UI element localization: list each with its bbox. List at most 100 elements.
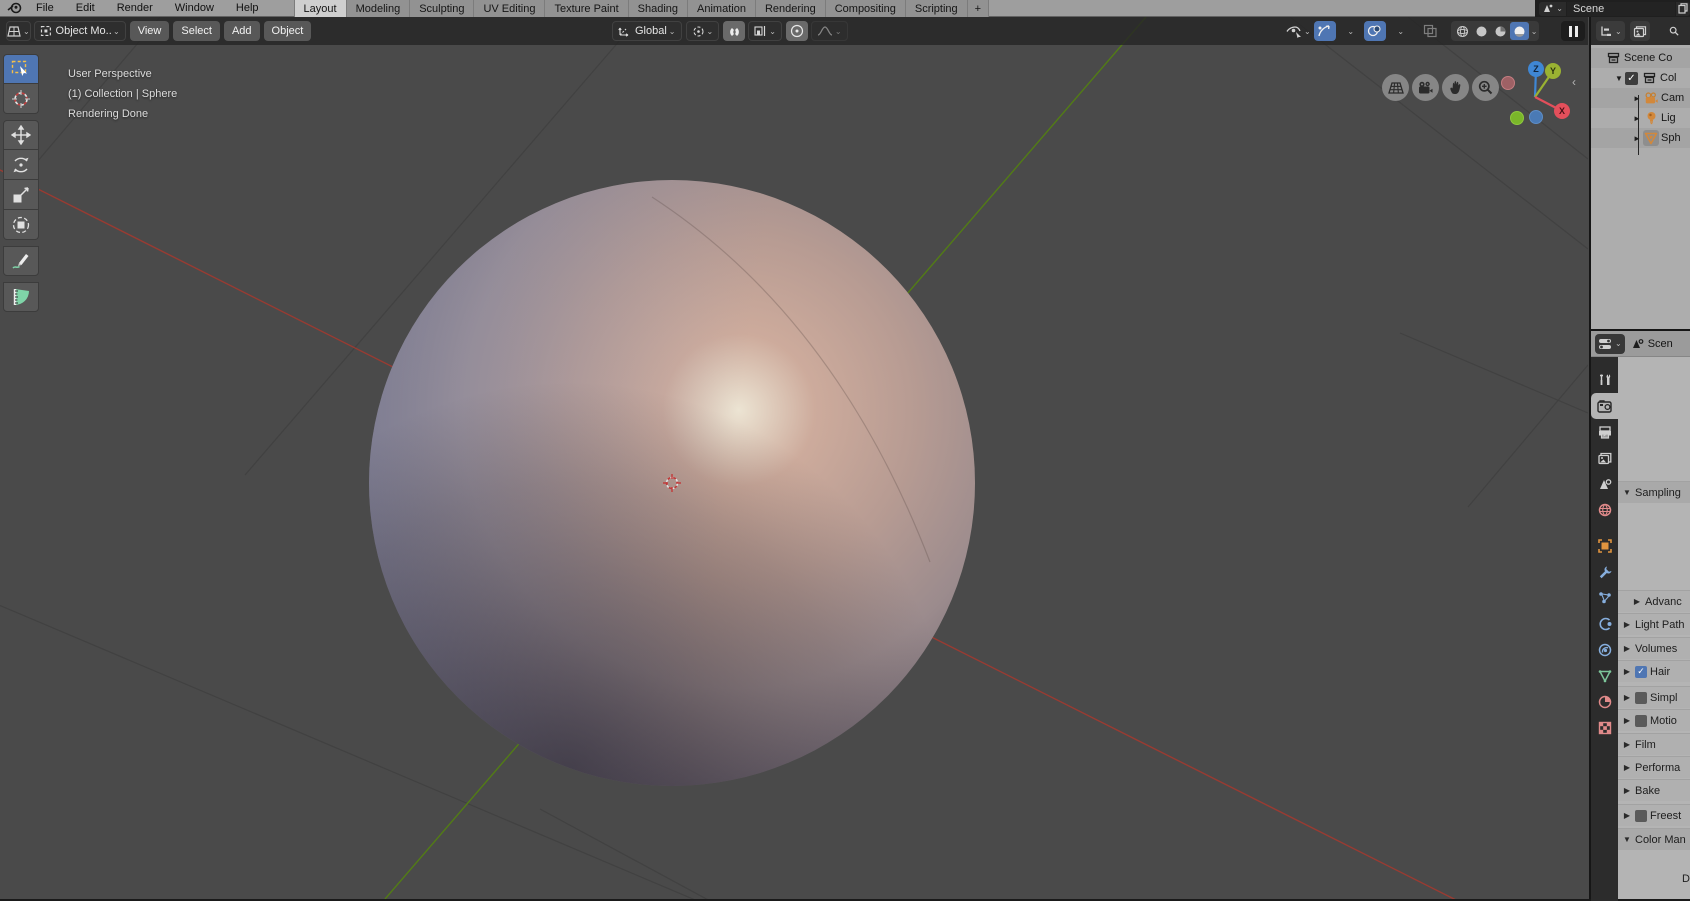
tool-annotate[interactable] — [3, 246, 39, 276]
tab-object-data[interactable] — [1591, 663, 1618, 689]
tab-view-layer[interactable] — [1591, 445, 1618, 471]
proportional-editing-toggle[interactable] — [786, 21, 808, 41]
editor-type-selector[interactable]: ⌄ — [6, 21, 31, 41]
shading-material-button[interactable] — [1491, 22, 1510, 40]
shading-rendered-button[interactable] — [1510, 22, 1529, 40]
add-menu-button[interactable]: Add — [224, 21, 260, 41]
tab-uv-editing[interactable]: UV Editing — [474, 0, 545, 17]
tab-output[interactable] — [1591, 419, 1618, 445]
tab-texture-paint[interactable]: Texture Paint — [545, 0, 628, 17]
section-bake[interactable]: ▶ Bake — [1618, 779, 1690, 801]
collapse-arrow-icon[interactable]: ► — [1631, 94, 1643, 103]
gizmo-minus-x-ball[interactable] — [1502, 77, 1515, 90]
tool-select-box[interactable] — [3, 54, 39, 84]
section-volumes[interactable]: ▶ Volumes — [1618, 637, 1690, 659]
motion-blur-checkbox[interactable] — [1635, 715, 1647, 727]
tab-physics[interactable] — [1591, 611, 1618, 637]
section-light-paths[interactable]: ▶ Light Path — [1618, 613, 1690, 635]
section-film[interactable]: ▶ Film — [1618, 733, 1690, 755]
view-menu-button[interactable]: View — [130, 21, 170, 41]
tool-move[interactable] — [3, 120, 39, 150]
outliner-filter-dropdown[interactable] — [1630, 21, 1650, 41]
transform-orientation-dropdown[interactable]: Global ⌄ — [612, 21, 682, 41]
axis-gizmo[interactable]: Z Y X — [1488, 52, 1584, 144]
tab-texture[interactable] — [1591, 715, 1618, 741]
tab-shading[interactable]: Shading — [629, 0, 688, 17]
object-menu-button[interactable]: Object — [264, 21, 312, 41]
collapse-arrow-icon[interactable]: ► — [1631, 134, 1643, 143]
collection-checkbox[interactable]: ✓ — [1625, 72, 1638, 85]
sphere-object[interactable] — [369, 180, 975, 786]
simplify-checkbox[interactable] — [1635, 692, 1647, 704]
show-overlays-toggle[interactable] — [1364, 21, 1386, 41]
tab-constraints[interactable] — [1591, 637, 1618, 663]
tool-measure[interactable] — [3, 282, 39, 312]
xray-toggle[interactable] — [1420, 21, 1442, 41]
hair-checkbox[interactable]: ✓ — [1635, 666, 1647, 678]
shading-wireframe-button[interactable] — [1453, 22, 1472, 40]
viewport-3d[interactable]: ⌄ Object Mo.. ⌄ View Select Add Object G… — [0, 17, 1588, 899]
tab-scene[interactable] — [1591, 471, 1618, 497]
show-gizmo-toggle[interactable] — [1314, 21, 1336, 41]
proportional-falloff-dropdown[interactable]: ⌄ — [811, 21, 848, 41]
menu-file[interactable]: File — [25, 0, 65, 16]
tool-rotate[interactable] — [3, 150, 39, 180]
snap-toggle[interactable] — [723, 21, 745, 41]
menu-render[interactable]: Render — [106, 0, 164, 16]
browse-scene-button[interactable]: ⌄ — [1539, 2, 1566, 16]
tab-world[interactable] — [1591, 497, 1618, 523]
section-freestyle[interactable]: ▶ Freest — [1618, 804, 1690, 826]
section-simplify[interactable]: ▶ Simpl — [1618, 686, 1690, 708]
tab-rendering[interactable]: Rendering — [756, 0, 826, 17]
mode-selector[interactable]: Object Mo.. ⌄ — [34, 21, 126, 41]
tab-object[interactable] — [1591, 533, 1618, 559]
tab-tool[interactable] — [1591, 367, 1618, 393]
shading-solid-button[interactable] — [1472, 22, 1491, 40]
pan-view-button[interactable] — [1442, 74, 1469, 101]
tab-material[interactable] — [1591, 689, 1618, 715]
object-visibility-dropdown[interactable]: ⌄ — [1286, 21, 1311, 41]
section-motion-blur[interactable]: ▶ Motio — [1618, 709, 1690, 731]
scene-name-field[interactable]: Scene — [1567, 2, 1675, 16]
outliner-row-camera[interactable]: ► Cam — [1591, 88, 1690, 108]
add-workspace-button[interactable]: + — [968, 0, 989, 17]
gizmo-minus-z-ball[interactable] — [1530, 111, 1543, 124]
section-sampling[interactable]: ▼ Sampling — [1618, 481, 1690, 503]
tab-modeling[interactable]: Modeling — [347, 0, 411, 17]
tab-sculpting[interactable]: Sculpting — [410, 0, 474, 17]
collapse-arrow-icon[interactable]: ► — [1631, 114, 1643, 123]
gizmo-minus-y-ball[interactable] — [1511, 112, 1524, 125]
tab-modifiers[interactable] — [1591, 559, 1618, 585]
tab-layout[interactable]: Layout — [294, 0, 347, 17]
section-performance[interactable]: ▶ Performa — [1618, 756, 1690, 778]
shading-dropdown-icon[interactable]: ⌄ — [1531, 27, 1538, 36]
freestyle-checkbox[interactable] — [1635, 810, 1647, 822]
gizmo-dropdown[interactable]: ⌄ — [1339, 21, 1361, 41]
outliner-row-sphere[interactable]: ► Sph — [1591, 128, 1690, 148]
sidebar-collapse-arrow[interactable]: ‹ — [1572, 75, 1576, 89]
new-scene-button[interactable] — [1676, 2, 1690, 16]
outliner-row-scene-collection[interactable]: Scene Co — [1591, 48, 1690, 68]
expand-arrow-icon[interactable]: ▼ — [1613, 74, 1625, 83]
select-menu-button[interactable]: Select — [173, 21, 220, 41]
section-advanced[interactable]: ▶ Advanc — [1618, 590, 1690, 612]
tool-transform[interactable] — [3, 210, 39, 240]
tool-cursor[interactable] — [3, 84, 39, 114]
outliner-row-light[interactable]: ► Lig — [1591, 108, 1690, 128]
camera-view-button[interactable] — [1412, 74, 1439, 101]
outliner-row-collection[interactable]: ▼ ✓ Col — [1591, 68, 1690, 88]
pause-render-button[interactable] — [1561, 21, 1585, 41]
menu-window[interactable]: Window — [164, 0, 225, 16]
properties-editor-type-dropdown[interactable]: ⌄ — [1595, 334, 1625, 354]
toggle-perspective-button[interactable] — [1382, 74, 1409, 101]
menu-help[interactable]: Help — [225, 0, 270, 16]
tab-particles[interactable] — [1591, 585, 1618, 611]
pivot-point-dropdown[interactable]: ⌄ — [686, 21, 720, 41]
overlays-dropdown[interactable]: ⌄ — [1389, 21, 1411, 41]
snap-target-dropdown[interactable]: ⌄ — [748, 21, 782, 41]
outliner-display-mode-dropdown[interactable]: ⌄ — [1596, 21, 1625, 41]
section-hair[interactable]: ▶ ✓ Hair — [1618, 660, 1690, 682]
tool-scale[interactable] — [3, 180, 39, 210]
tab-scripting[interactable]: Scripting — [906, 0, 968, 17]
tab-render[interactable] — [1591, 393, 1618, 419]
